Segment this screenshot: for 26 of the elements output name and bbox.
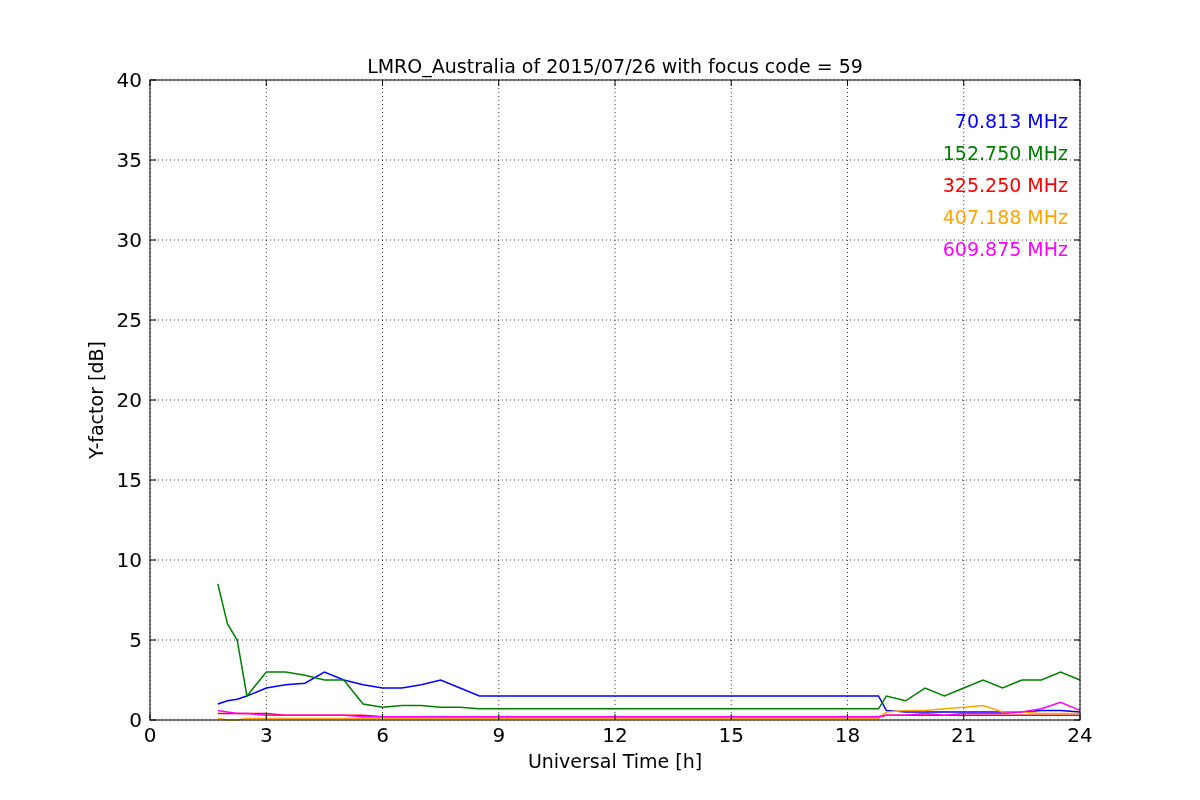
legend-label: 407.188 MHz bbox=[942, 206, 1068, 228]
tick-label: 21 bbox=[951, 723, 977, 747]
tick-label: 3 bbox=[259, 723, 273, 747]
legend-label: 325.250 MHz bbox=[942, 174, 1068, 196]
y-axis-label: Y-factor [dB] bbox=[85, 341, 107, 459]
tick-label: 5 bbox=[129, 628, 142, 652]
tick-label: 25 bbox=[116, 308, 142, 332]
tick-label: 15 bbox=[718, 723, 744, 747]
tick-label: 9 bbox=[492, 723, 506, 747]
tick-label: 35 bbox=[116, 148, 142, 172]
tick-label: 40 bbox=[116, 68, 142, 92]
legend-label: 70.813 MHz bbox=[954, 110, 1068, 132]
tick-label: 30 bbox=[116, 228, 142, 252]
tick-label: 10 bbox=[116, 548, 142, 572]
tick-label: 24 bbox=[1067, 723, 1093, 747]
x-axis-label: Universal Time [h] bbox=[527, 750, 703, 772]
tick-label: 18 bbox=[834, 723, 861, 747]
tick-label: 0 bbox=[129, 708, 142, 732]
legend-label: 152.750 MHz bbox=[942, 142, 1068, 164]
tick-label: 20 bbox=[116, 388, 142, 412]
chart-title: LMRO_Australia of 2015/07/26 with focus code = 59 bbox=[367, 55, 863, 77]
tick-label: 6 bbox=[376, 723, 389, 747]
tick-label: 12 bbox=[602, 723, 628, 747]
legend-label: 609.875 MHz bbox=[942, 238, 1068, 260]
tick-label: 15 bbox=[116, 468, 142, 492]
tick-label: 0 bbox=[143, 723, 157, 747]
